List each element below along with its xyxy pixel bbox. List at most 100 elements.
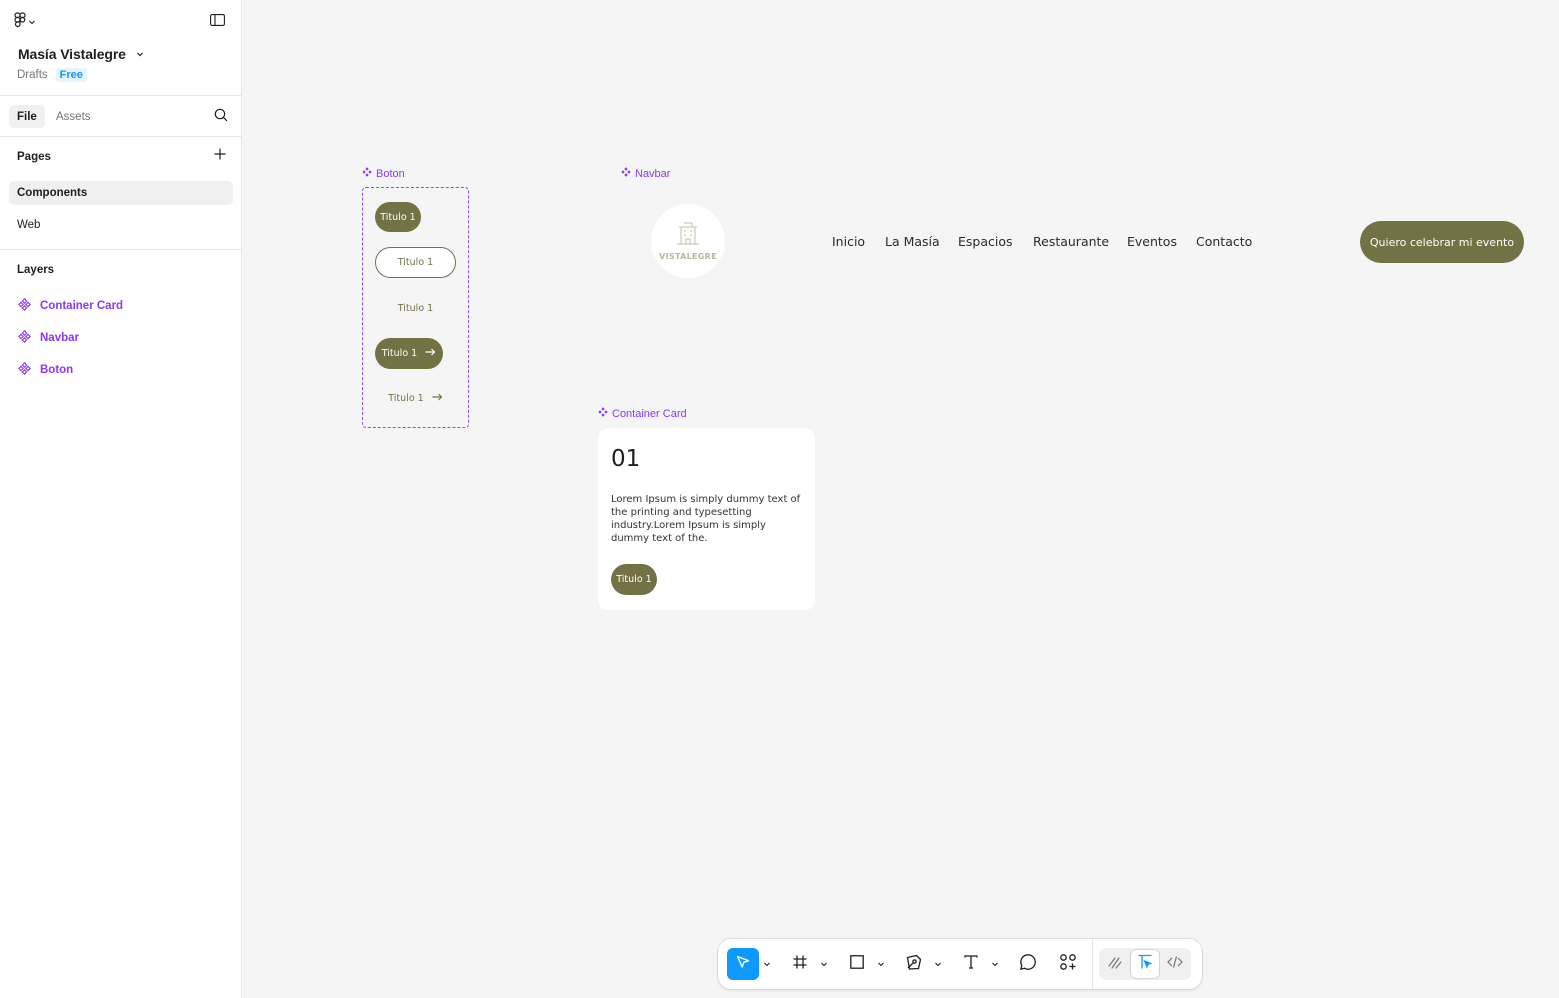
code-brackets-icon [1167, 954, 1183, 975]
rectangle-icon [849, 954, 865, 975]
design-mode-icon [1137, 954, 1153, 975]
draw-squiggle-icon [1107, 954, 1123, 975]
component-icon [18, 330, 31, 346]
add-page-button[interactable] [212, 148, 228, 164]
search-layers-button[interactable] [211, 107, 231, 127]
apps-grid-icon [1059, 953, 1077, 976]
move-tool-button[interactable] [727, 948, 759, 980]
move-tool-dropdown[interactable] [762, 958, 772, 970]
boton-variant-filled[interactable]: Titulo 1 [375, 202, 421, 232]
component-icon [18, 298, 31, 314]
tab-file[interactable]: File [9, 105, 45, 128]
chevron-down-icon [28, 13, 36, 31]
boton-variant-filled-arrow[interactable]: Titulo 1 [375, 338, 443, 369]
page-item-web[interactable]: Web [9, 213, 233, 237]
boton-variant-outline[interactable]: Titulo 1 [375, 247, 456, 278]
drafts-link[interactable]: Drafts [17, 69, 48, 81]
button-label: Titulo 1 [380, 211, 416, 223]
frame-tool-button[interactable] [784, 948, 816, 980]
card-body-text: Lorem Ipsum is simply dummy text of the … [611, 494, 801, 544]
vistalegre-logo[interactable]: VISTALEGRE [651, 204, 725, 278]
actions-tool-button[interactable] [1052, 948, 1084, 980]
text-t-icon [963, 954, 979, 975]
frame-label-text: Navbar [635, 167, 671, 180]
plus-icon [214, 147, 226, 165]
nav-link-contacto[interactable]: Contacto [1196, 234, 1252, 249]
text-tool-button[interactable] [955, 948, 987, 980]
pen-icon [905, 953, 923, 976]
tab-assets[interactable]: Assets [48, 105, 99, 128]
frame-label-text: Boton [376, 167, 405, 180]
cta-button[interactable]: Quiero celebrar mi evento [1360, 221, 1524, 263]
layer-label: Boton [40, 364, 74, 376]
frame-hash-icon [792, 954, 808, 975]
canvas[interactable] [242, 0, 1559, 998]
plan-badge[interactable]: Free [55, 68, 87, 82]
card-button[interactable]: Titulo 1 [611, 564, 657, 595]
layer-label: Navbar [40, 332, 79, 344]
pen-tool-dropdown[interactable] [933, 958, 943, 970]
frame-label-boton[interactable]: Boton [362, 167, 405, 180]
dev-mode-button[interactable] [1161, 950, 1189, 978]
file-title-menu[interactable]: Masía Vistalegre [18, 45, 144, 63]
comment-tool-button[interactable] [1012, 948, 1044, 980]
pen-tool-button[interactable] [898, 948, 930, 980]
component-icon [598, 407, 608, 420]
component-icon [621, 167, 631, 180]
button-label: Titulo 1 [388, 392, 424, 404]
draw-mode-button[interactable] [1101, 950, 1129, 978]
chevron-down-icon [820, 955, 828, 973]
design-mode-button[interactable] [1131, 950, 1159, 978]
file-location: Drafts Free [17, 68, 87, 82]
nav-link-restaurante[interactable]: Restaurante [1033, 234, 1109, 249]
toggle-panel-button[interactable] [206, 12, 228, 32]
chevron-down-icon [877, 955, 885, 973]
frame-label-text: Container Card [612, 407, 687, 420]
card-number: 01 [611, 446, 641, 472]
button-label: Titulo 1 [616, 574, 652, 585]
divider [0, 249, 241, 250]
frame-label-container-card[interactable]: Container Card [598, 407, 687, 420]
comment-bubble-icon [1019, 953, 1037, 976]
button-label: Titulo 1 [397, 257, 434, 268]
layer-item-boton[interactable]: Boton [18, 360, 73, 380]
nav-link-la-masia[interactable]: La Masía [885, 234, 940, 249]
left-sidebar: Masía Vistalegre Drafts Free File Assets… [0, 0, 242, 998]
toolbar-divider [1092, 939, 1093, 989]
nav-link-espacios[interactable]: Espacios [958, 234, 1013, 249]
main-menu-button[interactable] [14, 10, 36, 34]
frame-tool-dropdown[interactable] [819, 958, 829, 970]
button-label: Titulo 1 [381, 348, 418, 359]
button-label: Titulo 1 [397, 302, 434, 314]
nav-link-eventos[interactable]: Eventos [1127, 234, 1177, 249]
chevron-down-icon [991, 955, 999, 973]
boton-variant-text-arrow[interactable]: Titulo 1 [375, 387, 456, 409]
text-tool-dropdown[interactable] [990, 958, 1000, 970]
arrow-right-icon [425, 348, 436, 359]
chevron-down-icon [136, 45, 144, 63]
component-icon [18, 362, 31, 378]
layer-label: Container Card [40, 300, 124, 312]
container-card-component[interactable]: 01 Lorem Ipsum is simply dummy text of t… [598, 428, 815, 610]
chevron-down-icon [934, 955, 942, 973]
cursor-arrow-icon [735, 954, 751, 975]
nav-link-inicio[interactable]: Inicio [832, 234, 865, 249]
button-label: Quiero celebrar mi evento [1369, 235, 1515, 249]
layer-item-navbar[interactable]: Navbar [18, 328, 79, 348]
chevron-down-icon [763, 955, 771, 973]
rectangle-tool-dropdown[interactable] [876, 958, 886, 970]
sidebar-icon [209, 13, 225, 31]
mode-switcher [1099, 948, 1191, 980]
panel-tabs: File Assets [0, 97, 241, 137]
boton-variant-text[interactable]: Titulo 1 [375, 297, 456, 319]
layer-item-container-card[interactable]: Container Card [18, 296, 123, 316]
bottom-toolbar [718, 939, 1202, 989]
file-title: Masía Vistalegre [18, 46, 126, 62]
page-item-components[interactable]: Components [9, 181, 233, 205]
pages-heading: Pages [17, 151, 51, 163]
frame-label-navbar[interactable]: Navbar [621, 167, 670, 180]
arrow-right-icon [432, 393, 443, 404]
rectangle-tool-button[interactable] [841, 948, 873, 980]
layers-heading: Layers [17, 264, 55, 276]
figma-logo-icon [14, 11, 26, 33]
